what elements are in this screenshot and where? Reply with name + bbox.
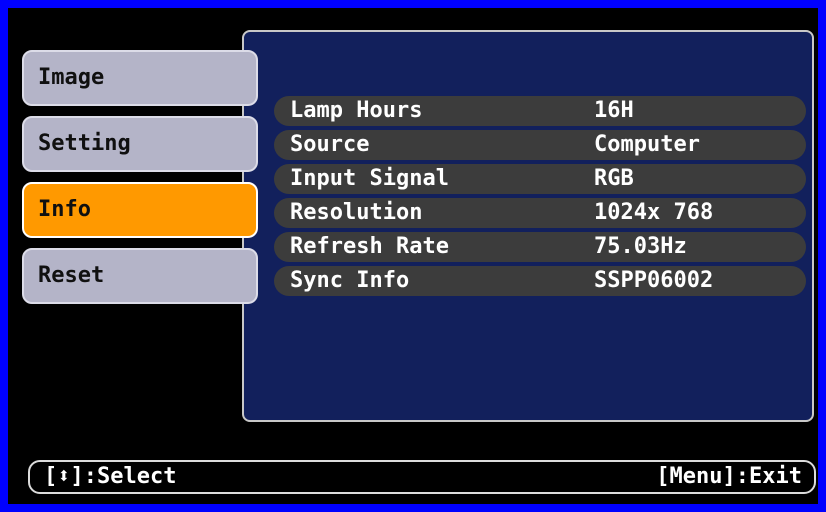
select-hint: [⬍]:Select: [44, 464, 177, 489]
info-row-lamp-hours: Lamp Hours 16H: [274, 96, 806, 126]
info-row-resolution: Resolution 1024x 768: [274, 198, 806, 228]
tab-setting[interactable]: Setting: [22, 116, 258, 172]
info-row-input-signal: Input Signal RGB: [274, 164, 806, 194]
info-value: 16H: [594, 98, 634, 123]
info-label: Input Signal: [290, 166, 449, 191]
info-label: Sync Info: [290, 268, 410, 293]
tab-info[interactable]: Info: [22, 182, 258, 238]
info-label: Lamp Hours: [290, 98, 423, 123]
info-label: Source: [290, 132, 370, 157]
info-row-refresh-rate: Refresh Rate 75.03Hz: [274, 232, 806, 262]
status-bar: [⬍]:Select [Menu]:Exit: [28, 460, 816, 494]
info-value: SSPP06002: [594, 268, 714, 293]
info-value: RGB: [594, 166, 634, 191]
info-value: 75.03Hz: [594, 234, 687, 259]
exit-hint: [Menu]:Exit: [656, 464, 802, 489]
info-label: Resolution: [290, 200, 423, 225]
info-value: 1024x 768: [594, 200, 714, 225]
info-value: Computer: [594, 132, 700, 157]
tab-reset[interactable]: Reset: [22, 248, 258, 304]
tab-image[interactable]: Image: [22, 50, 258, 106]
info-row-sync-info: Sync Info SSPP06002: [274, 266, 806, 296]
info-label: Refresh Rate: [290, 234, 449, 259]
info-row-source: Source Computer: [274, 130, 806, 160]
